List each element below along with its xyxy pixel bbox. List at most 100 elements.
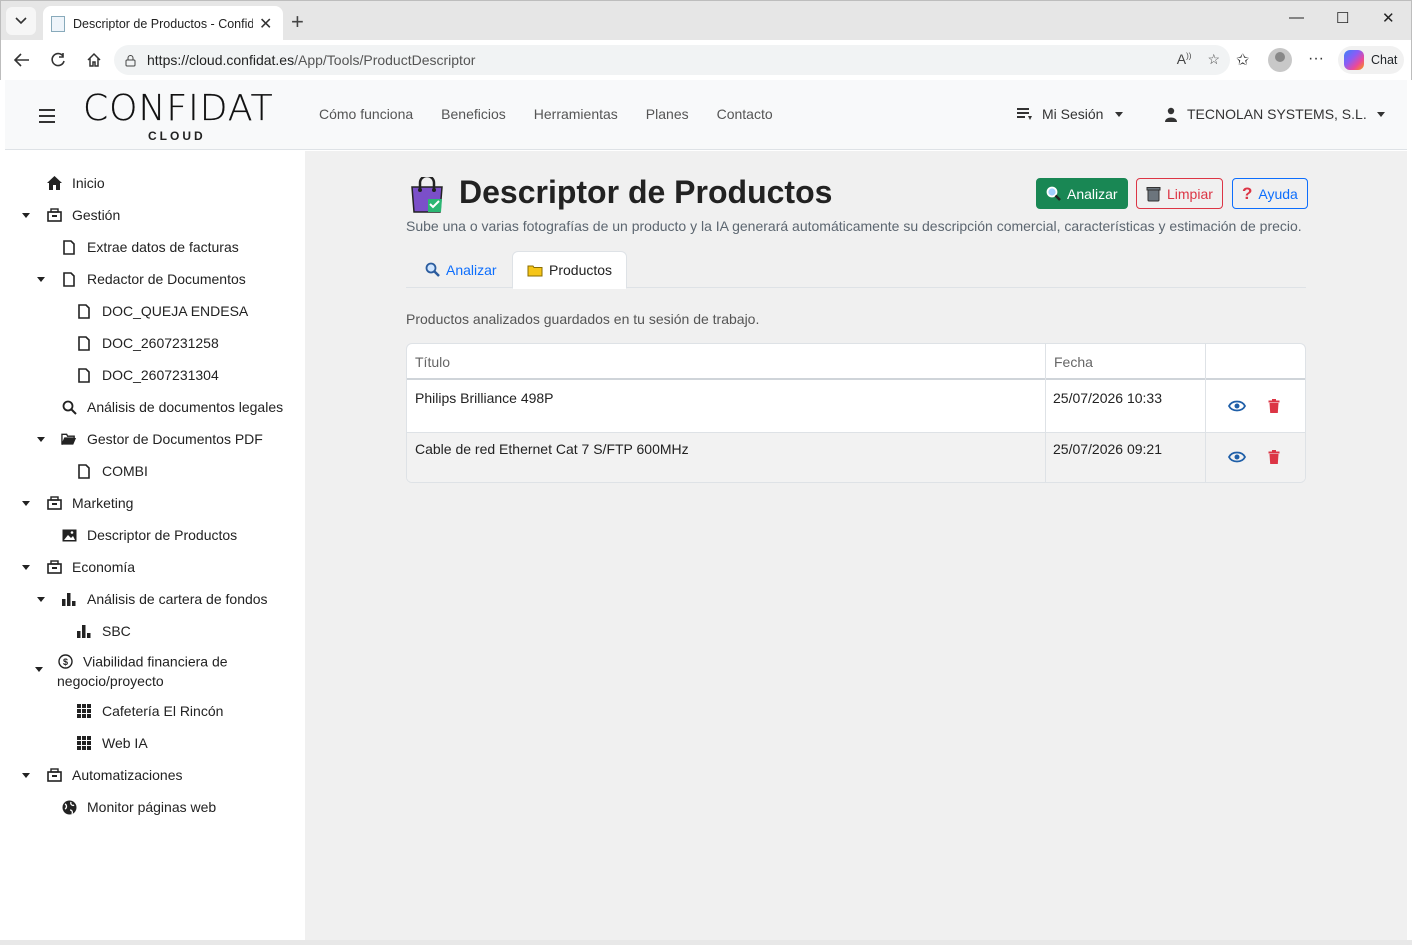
file-icon [61, 271, 77, 287]
analizar-button[interactable]: Analizar [1036, 178, 1128, 209]
sidebar-item-economia[interactable]: Economía [46, 558, 135, 577]
sidebar-item-automatizaciones[interactable]: Automatizaciones [46, 766, 183, 785]
new-tab-icon[interactable]: + [291, 9, 304, 35]
column-header-titulo[interactable]: Título [415, 354, 450, 370]
globe-icon [61, 799, 77, 815]
collapse-toggle-icon[interactable] [22, 773, 30, 778]
url-path: /App/Tools/ProductDescriptor [294, 52, 476, 68]
session-list-icon [1017, 108, 1032, 120]
tab-list-button[interactable] [6, 7, 36, 35]
file-icon [61, 239, 77, 255]
sidebar-item-analisis-documentos-legales[interactable]: Análisis de documentos legales [61, 398, 283, 417]
ayuda-button[interactable]: ? Ayuda [1232, 178, 1308, 209]
sidebar-item-gestion[interactable]: Gestión [46, 206, 120, 225]
file-icon [76, 335, 92, 351]
sidebar-item-label: COMBI [102, 463, 148, 479]
sidebar-item-redactor-documentos[interactable]: Redactor de Documentos [61, 270, 246, 289]
file-icon [76, 367, 92, 383]
collapse-toggle-icon[interactable] [22, 565, 30, 570]
home-icon[interactable] [83, 49, 105, 71]
collapse-toggle-icon[interactable] [35, 667, 43, 672]
delete-trash-icon[interactable] [1265, 397, 1283, 415]
view-eye-icon[interactable] [1228, 448, 1246, 466]
sidebar-item-doc-queja-endesa[interactable]: DOC_QUEJA ENDESA [76, 302, 248, 321]
sidebar-item-analisis-cartera-fondos[interactable]: Análisis de cartera de fondos [61, 590, 268, 609]
session-dropdown[interactable]: Mi Sesión [1016, 106, 1124, 122]
collapse-toggle-icon[interactable] [22, 213, 30, 218]
sidebar-item-cafeteria-el-rincon[interactable]: Cafetería El Rincón [76, 702, 223, 721]
products-table: Título Fecha Philips Brilliance 498P 25/… [406, 343, 1306, 483]
column-header-fecha[interactable]: Fecha [1054, 354, 1093, 370]
chat-button[interactable]: Chat [1338, 46, 1404, 74]
view-eye-icon[interactable] [1228, 397, 1246, 415]
sidebar-item-web-ia[interactable]: Web IA [76, 734, 148, 753]
reload-icon[interactable] [47, 49, 69, 71]
nav-como-funciona[interactable]: Cómo funciona [319, 106, 413, 122]
sidebar: Inicio Gestión Extrae datos de facturas … [5, 151, 305, 940]
cell-fecha: 25/07/2026 10:33 [1053, 390, 1162, 406]
back-icon[interactable] [11, 49, 33, 71]
url-text: https://cloud.confidat.es/App/Tools/Prod… [147, 52, 475, 68]
caret-down-icon [1376, 111, 1385, 117]
limpiar-button[interactable]: Limpiar [1136, 178, 1223, 209]
profile-avatar[interactable] [1268, 48, 1292, 72]
window-bottom-border [0, 940, 1412, 945]
header-divider [407, 378, 1305, 380]
tab-productos[interactable]: Productos [512, 251, 628, 289]
sidebar-item-label: Automatizaciones [72, 767, 183, 783]
minimize-icon[interactable]: — [1289, 9, 1304, 26]
favorites-icon[interactable]: ✩ [1236, 50, 1249, 70]
limpiar-label: Limpiar [1167, 185, 1213, 202]
search-icon [61, 399, 77, 415]
sidebar-item-marketing[interactable]: Marketing [46, 494, 133, 513]
read-aloud-icon[interactable]: A)) [1177, 51, 1192, 68]
sidebar-item-label: DOC_QUEJA ENDESA [102, 303, 249, 319]
close-tab-icon[interactable]: ✕ [259, 14, 272, 34]
browser-tab-bar: Descriptor de Productos - Confidat Cloud… [0, 0, 1412, 41]
products-description: Productos analizados guardados en tu ses… [406, 311, 760, 327]
nav-beneficios[interactable]: Beneficios [441, 106, 506, 122]
main-content: Descriptor de Productos Sube una o varia… [305, 151, 1407, 940]
sidebar-item-doc-2607231304[interactable]: DOC_2607231304 [76, 366, 219, 385]
logo-text[interactable]: CONFIDAT [83, 88, 274, 129]
tab-analizar-label: Analizar [446, 261, 497, 278]
sidebar-item-monitor-paginas-web[interactable]: Monitor páginas web [61, 798, 216, 817]
nav-herramientas[interactable]: Herramientas [534, 106, 618, 122]
more-options-icon[interactable]: ··· [1308, 50, 1324, 68]
sidebar-item-combi[interactable]: COMBI [76, 462, 148, 481]
search-icon [425, 262, 440, 277]
favorite-star-icon[interactable]: ☆ [1207, 51, 1220, 68]
nav-contacto[interactable]: Contacto [717, 106, 773, 122]
collapse-toggle-icon[interactable] [37, 597, 45, 602]
question-mark-icon: ? [1242, 183, 1253, 203]
page-title: Descriptor de Productos [459, 174, 833, 210]
browser-tab-active[interactable]: Descriptor de Productos - Confidat Cloud… [43, 6, 283, 41]
cell-titulo: Cable de red Ethernet Cat 7 S/FTP 600MHz [415, 441, 689, 457]
sidebar-item-inicio[interactable]: Inicio [46, 174, 105, 193]
collapse-toggle-icon[interactable] [37, 277, 45, 282]
collapse-toggle-icon[interactable] [22, 501, 30, 506]
sidebar-item-label: Gestor de Documentos PDF [87, 431, 263, 447]
nav-planes[interactable]: Planes [646, 106, 689, 122]
sidebar-item-sbc[interactable]: SBC [76, 622, 131, 641]
address-bar[interactable]: https://cloud.confidat.es/App/Tools/Prod… [114, 45, 1230, 75]
sidebar-item-extrae-datos-facturas[interactable]: Extrae datos de facturas [61, 238, 239, 257]
page-favicon-icon [51, 15, 65, 32]
hamburger-menu-icon[interactable] [39, 109, 55, 127]
sidebar-item-descriptor-productos[interactable]: Descriptor de Productos [61, 526, 237, 545]
sidebar-item-viabilidad-financiera[interactable]: $ Viabilidad financiera de negocio/proyec… [57, 652, 257, 691]
top-navigation: Cómo funciona Beneficios Herramientas Pl… [319, 106, 773, 122]
tab-analizar[interactable]: Analizar [411, 251, 511, 288]
delete-trash-icon[interactable] [1265, 448, 1283, 466]
lock-icon [125, 54, 136, 66]
sidebar-item-gestor-documentos-pdf[interactable]: Gestor de Documentos PDF [61, 430, 263, 449]
sidebar-item-label: Análisis de cartera de fondos [87, 591, 268, 607]
shopping-bag-icon [411, 177, 443, 213]
maximize-icon[interactable]: ☐ [1336, 9, 1349, 27]
collapse-toggle-icon[interactable] [37, 437, 45, 442]
folder-tree-icon [46, 559, 62, 575]
sidebar-item-label: DOC_2607231258 [102, 335, 219, 351]
company-dropdown[interactable]: TECNOLAN SYSTEMS, S.L. [1165, 106, 1385, 122]
close-window-icon[interactable]: ✕ [1382, 9, 1395, 27]
sidebar-item-doc-2607231258[interactable]: DOC_2607231258 [76, 334, 219, 353]
